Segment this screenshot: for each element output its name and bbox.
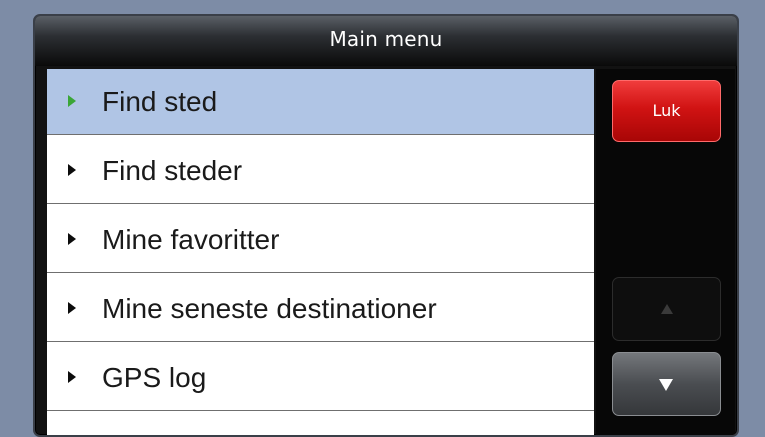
sidebar-controls: Luk bbox=[596, 69, 735, 435]
menu-item-label: Mine seneste destinationer bbox=[102, 293, 437, 324]
triangle-right-icon bbox=[68, 95, 76, 107]
main-menu-list: Find sted Find steder Mine favoritter Mi… bbox=[47, 69, 594, 435]
menu-item-label: GPS log bbox=[102, 362, 207, 393]
triangle-right-icon bbox=[68, 164, 76, 176]
menu-item-mine-seneste-destinationer[interactable]: Mine seneste destinationer bbox=[47, 276, 594, 342]
close-button[interactable]: Luk bbox=[612, 80, 721, 142]
arrow-up-icon bbox=[661, 304, 673, 314]
arrow-down-icon bbox=[659, 379, 673, 391]
menu-item-label: Mine favoritter bbox=[102, 224, 280, 255]
menu-item-label: Find steder bbox=[102, 155, 243, 186]
triangle-right-icon bbox=[68, 233, 76, 245]
menu-item-gps-log[interactable]: GPS log bbox=[47, 345, 594, 411]
menu-item-find-sted[interactable]: Find sted bbox=[47, 69, 594, 135]
menu-item-label: Find sted bbox=[102, 86, 218, 117]
triangle-right-icon bbox=[68, 371, 76, 383]
device-screen: Main menu Find sted Find steder Mine fav… bbox=[33, 14, 739, 437]
scroll-up-button[interactable] bbox=[612, 277, 721, 341]
scroll-down-button[interactable] bbox=[612, 352, 721, 416]
menu-item-find-steder[interactable]: Find steder bbox=[47, 138, 594, 204]
triangle-right-icon bbox=[68, 302, 76, 314]
menu-item-mine-favoritter[interactable]: Mine favoritter bbox=[47, 207, 594, 273]
page-title: Main menu bbox=[35, 16, 737, 66]
